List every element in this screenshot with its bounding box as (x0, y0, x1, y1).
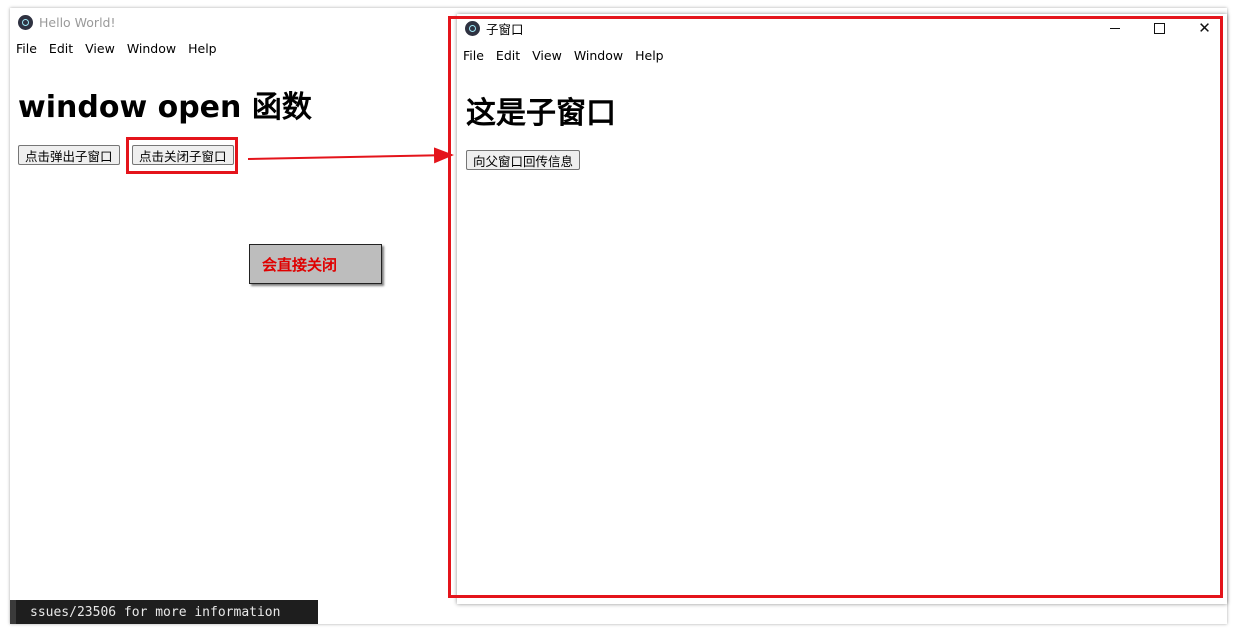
annotation-note: 会直接关闭 (249, 244, 382, 284)
annotation-arrow (247, 147, 454, 164)
